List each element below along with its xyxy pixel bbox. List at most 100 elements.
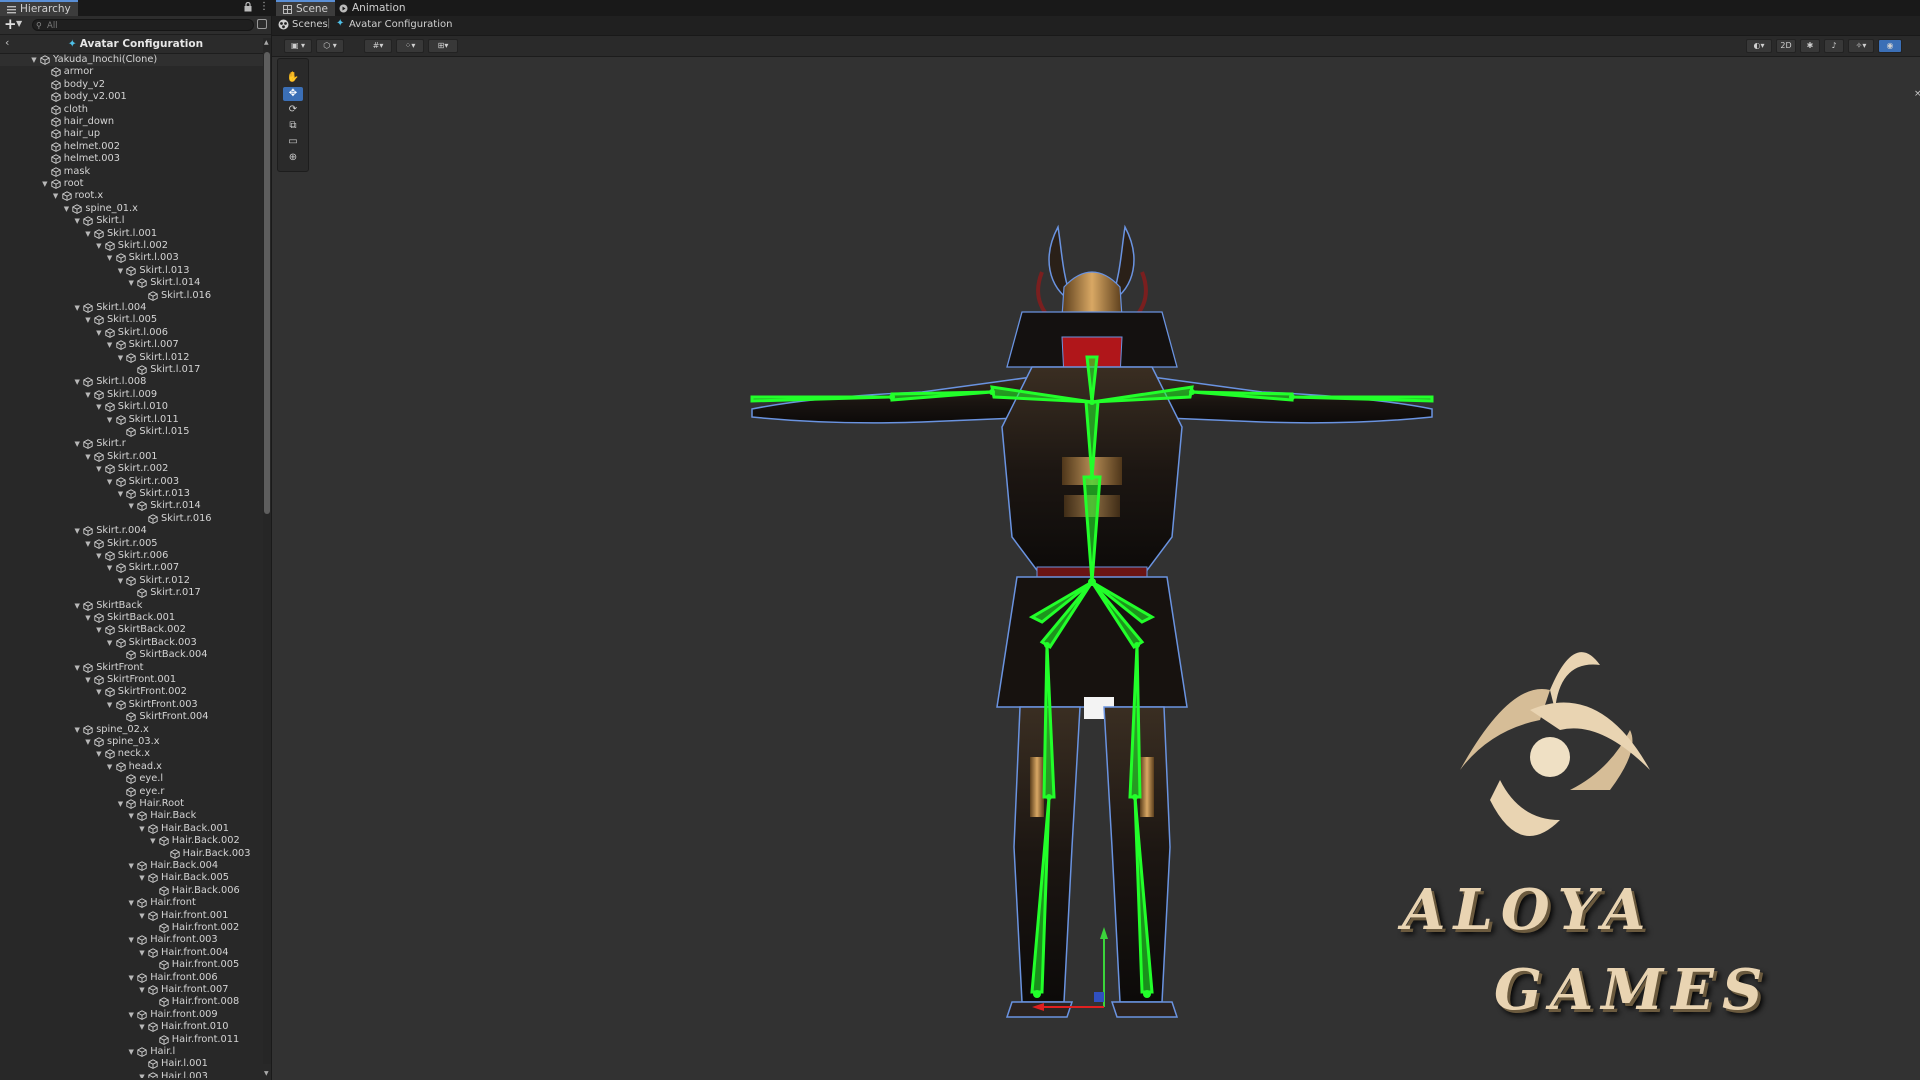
expand-toggle-icon[interactable]: ▼ xyxy=(127,500,135,512)
expand-toggle-icon[interactable]: ▼ xyxy=(106,339,114,351)
expand-toggle-icon[interactable]: ▼ xyxy=(73,724,81,736)
hierarchy-row[interactable]: ▼ Skirt.l xyxy=(0,215,264,227)
hierarchy-row[interactable]: ▼ Skirt.r.004 xyxy=(0,525,264,537)
hierarchy-row[interactable]: ▼ SkirtFront.001 xyxy=(0,674,264,686)
expand-toggle-icon[interactable]: ▼ xyxy=(73,525,81,537)
hierarchy-row[interactable]: ▼ Skirt.r xyxy=(0,438,264,450)
hierarchy-row[interactable]: ▼ Skirt.r.013 xyxy=(0,488,264,500)
expand-toggle-icon[interactable]: ▼ xyxy=(95,463,103,475)
hand-tool-icon[interactable]: ✋ xyxy=(283,71,303,85)
snap-increment-dropdown[interactable]: ⁘▾ xyxy=(396,39,424,53)
hierarchy-row[interactable]: Skirt.r.017 xyxy=(0,587,264,599)
hierarchy-row[interactable]: ▼ SkirtFront.002 xyxy=(0,686,264,698)
hierarchy-row[interactable]: armor xyxy=(0,66,264,78)
hierarchy-row[interactable]: ▼ Hair.l.003 xyxy=(0,1071,264,1078)
hierarchy-row[interactable]: ▼ Yakuda_Inochi(Clone) xyxy=(0,54,264,67)
expand-toggle-icon[interactable]: ▼ xyxy=(116,265,124,277)
hierarchy-row[interactable]: ▼ SkirtBack.003 xyxy=(0,637,264,649)
hierarchy-row[interactable]: cloth xyxy=(0,104,264,116)
expand-toggle-icon[interactable]: ▼ xyxy=(127,810,135,822)
hierarchy-row[interactable]: ▼ Skirt.l.005 xyxy=(0,314,264,326)
hierarchy-row[interactable]: ▼ Skirt.r.014 xyxy=(0,500,264,512)
expand-toggle-icon[interactable]: ▼ xyxy=(95,550,103,562)
breadcrumb-avatar-configuration[interactable]: Avatar Configuration xyxy=(349,19,452,30)
hierarchy-row[interactable]: ▼ Hair.Back.004 xyxy=(0,860,264,872)
expand-toggle-icon[interactable]: ▼ xyxy=(127,860,135,872)
expand-toggle-icon[interactable]: ▼ xyxy=(138,910,146,922)
hierarchy-row[interactable]: ▼ spine_01.x xyxy=(0,203,264,215)
hierarchy-row[interactable]: ▼ Skirt.r.007 xyxy=(0,562,264,574)
hierarchy-row[interactable]: ▼ Skirt.l.014 xyxy=(0,277,264,289)
expand-toggle-icon[interactable]: ▼ xyxy=(106,637,114,649)
expand-toggle-icon[interactable]: ▼ xyxy=(84,612,92,624)
expand-toggle-icon[interactable]: ▼ xyxy=(116,798,124,810)
hierarchy-row[interactable]: ▼ Hair.Back.002 xyxy=(0,835,264,847)
scene-visibility-toggle[interactable]: ◉ xyxy=(1878,39,1902,53)
hierarchy-row[interactable]: ▼ Skirt.l.008 xyxy=(0,376,264,388)
hierarchy-row[interactable]: ▼ Skirt.l.004 xyxy=(0,302,264,314)
hierarchy-row[interactable]: mask xyxy=(0,166,264,178)
hierarchy-row[interactable]: ▼ Skirt.l.007 xyxy=(0,339,264,351)
effects-dropdown[interactable]: ✧▾ xyxy=(1848,39,1874,53)
hierarchy-row[interactable]: ▼ Skirt.r.005 xyxy=(0,538,264,550)
breadcrumb-scenes[interactable]: Scenes xyxy=(292,19,328,30)
hierarchy-row[interactable]: ▼ Hair.front.007 xyxy=(0,984,264,996)
expand-toggle-icon[interactable]: ▼ xyxy=(84,314,92,326)
hierarchy-row[interactable]: ▼ root.x xyxy=(0,190,264,202)
expand-toggle-icon[interactable]: ▼ xyxy=(116,352,124,364)
hierarchy-row[interactable]: Hair.front.005 xyxy=(0,959,264,971)
hierarchy-row[interactable]: ▼ Hair.front xyxy=(0,897,264,909)
hierarchy-row[interactable]: ▼ Hair.Back.001 xyxy=(0,823,264,835)
hierarchy-search-input[interactable]: ⚲ All xyxy=(32,19,254,31)
move-tool-icon[interactable]: ✥ xyxy=(283,87,303,101)
transform-tool-icon[interactable]: ⊕ xyxy=(283,151,303,165)
expand-toggle-icon[interactable]: ▼ xyxy=(52,190,60,202)
hierarchy-row[interactable]: Skirt.l.016 xyxy=(0,290,264,302)
expand-toggle-icon[interactable]: ▼ xyxy=(127,897,135,909)
hierarchy-row[interactable]: Hair.front.011 xyxy=(0,1034,264,1046)
expand-toggle-icon[interactable]: ▼ xyxy=(138,1021,146,1033)
hierarchy-row[interactable]: SkirtBack.004 xyxy=(0,649,264,661)
expand-toggle-icon[interactable]: ▼ xyxy=(116,488,124,500)
lighting-toggle[interactable]: ✱ xyxy=(1800,39,1820,53)
expand-toggle-icon[interactable]: ▼ xyxy=(30,54,38,66)
expand-toggle-icon[interactable]: ▼ xyxy=(95,624,103,636)
hierarchy-row[interactable]: ▼ Skirt.l.011 xyxy=(0,414,264,426)
expand-toggle-icon[interactable]: ▼ xyxy=(84,538,92,550)
ruler-dropdown[interactable]: ⊞▾ xyxy=(428,39,458,53)
expand-toggle-icon[interactable]: ▼ xyxy=(106,476,114,488)
expand-toggle-icon[interactable]: ▼ xyxy=(138,872,146,884)
expand-toggle-icon[interactable]: ▼ xyxy=(73,600,81,612)
hierarchy-row[interactable]: ▼ Skirt.r.006 xyxy=(0,550,264,562)
hierarchy-row[interactable]: Skirt.r.016 xyxy=(0,513,264,525)
expand-toggle-icon[interactable]: ▼ xyxy=(127,1009,135,1021)
pivot-dropdown[interactable]: ⬡ ▾ xyxy=(316,39,344,53)
expand-toggle-icon[interactable]: ▼ xyxy=(127,1046,135,1058)
hierarchy-row[interactable]: Hair.front.008 xyxy=(0,996,264,1008)
expand-toggle-icon[interactable]: ▼ xyxy=(73,215,81,227)
hierarchy-row[interactable]: Skirt.l.017 xyxy=(0,364,264,376)
expand-toggle-icon[interactable]: ▼ xyxy=(106,252,114,264)
hierarchy-row[interactable]: SkirtFront.004 xyxy=(0,711,264,723)
hierarchy-row[interactable]: body_v2 xyxy=(0,79,264,91)
hierarchy-row[interactable]: ▼ Skirt.r.003 xyxy=(0,476,264,488)
hierarchy-row[interactable]: hair_up xyxy=(0,128,264,140)
hierarchy-row[interactable]: ▼ Hair.Back.005 xyxy=(0,872,264,884)
expand-toggle-icon[interactable]: ▼ xyxy=(138,823,146,835)
hierarchy-row[interactable]: ▼ SkirtFront xyxy=(0,662,264,674)
tab-scene[interactable]: Scene xyxy=(276,0,336,16)
hierarchy-row[interactable]: helmet.003 xyxy=(0,153,264,165)
lock-icon[interactable] xyxy=(244,1,252,12)
hierarchy-row[interactable]: Hair.l.001 xyxy=(0,1058,264,1070)
expand-toggle-icon[interactable]: ▼ xyxy=(73,302,81,314)
expand-toggle-icon[interactable]: ▼ xyxy=(149,835,157,847)
hierarchy-row[interactable]: Skirt.l.015 xyxy=(0,426,264,438)
expand-toggle-icon[interactable]: ▼ xyxy=(138,947,146,959)
shading-mode-dropdown[interactable]: ◐▾ xyxy=(1746,39,1772,53)
hierarchy-row[interactable]: ▼ Hair.Root xyxy=(0,798,264,810)
hierarchy-row[interactable]: ▼ SkirtBack.002 xyxy=(0,624,264,636)
hierarchy-row[interactable]: ▼ Hair.Back xyxy=(0,810,264,822)
tab-animation[interactable]: Animation xyxy=(332,0,413,16)
hierarchy-row[interactable]: ▼ Hair.front.003 xyxy=(0,934,264,946)
expand-toggle-icon[interactable]: ▼ xyxy=(127,972,135,984)
